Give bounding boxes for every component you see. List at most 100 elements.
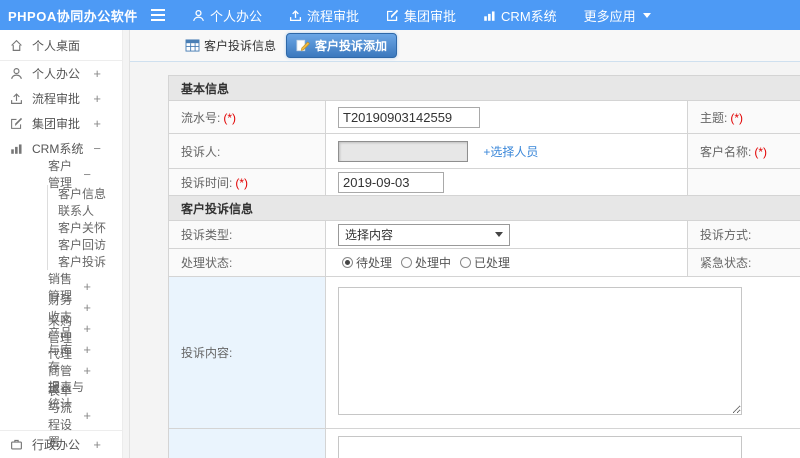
section-header-basic-info: 基本信息: [167, 75, 800, 101]
hamburger-menu-icon[interactable]: [150, 8, 168, 22]
complaint-content-textarea[interactable]: [338, 287, 742, 415]
sidebar-item-group-approval[interactable]: 集团审批 +: [0, 111, 129, 136]
expand-icon[interactable]: +: [83, 408, 91, 423]
expand-icon[interactable]: +: [93, 66, 101, 81]
field-label: 投诉类型:: [181, 228, 233, 242]
sidebar-item-label: 个人办公: [32, 67, 81, 81]
field-label: 投诉时间:: [181, 175, 233, 190]
sidebar-item-label: 客户信息: [58, 187, 107, 201]
collapse-icon[interactable]: −: [93, 141, 101, 156]
handle-status-radio-group: 待处理 处理中 已处理: [338, 254, 687, 271]
expand-icon[interactable]: +: [83, 342, 91, 357]
edit-icon: [10, 117, 24, 130]
serial-number-field-cell: [325, 100, 688, 134]
handle-status-label-cell: 处理状态:: [168, 248, 326, 277]
tab-bar: 客户投诉信息 客户投诉添加: [130, 30, 800, 62]
expand-icon[interactable]: +: [83, 279, 91, 294]
sidebar: 个人桌面 个人办公 + 流程审批 + 集团审批 + CRM系统 − 客户管理 −…: [0, 30, 130, 458]
complaint-type-select[interactable]: 选择内容: [338, 223, 510, 246]
sidebar-item-label: 个人桌面: [32, 38, 81, 53]
complaint-content-field-cell: [324, 276, 800, 429]
sidebar-item-label: 集团审批: [32, 117, 81, 131]
expand-icon[interactable]: +: [93, 116, 101, 131]
handle-status-field-cell: 待处理 处理中 已处理: [325, 248, 688, 277]
expand-icon[interactable]: +: [83, 321, 91, 336]
sidebar-item-workflow-approval[interactable]: 流程审批 +: [0, 86, 129, 111]
select-person-link[interactable]: +选择人员: [483, 145, 538, 159]
secondary-textarea[interactable]: [338, 436, 742, 458]
empty-label-cell: [687, 168, 800, 196]
edit-icon: [386, 9, 399, 22]
sidebar-item-form-workflow-settings[interactable]: 表单与流程设置 +: [0, 384, 129, 449]
tab-complaint-add[interactable]: 客户投诉添加: [286, 33, 398, 58]
page-edit-icon: [296, 39, 310, 52]
top-navbar: PHPOA协同办公软件 个人办公 流程审批 集团审批 CRM系统 更多应用: [0, 0, 800, 30]
expand-icon[interactable]: +: [93, 91, 101, 106]
caret-down-icon: [642, 12, 651, 18]
sidebar-item-label: 流程审批: [32, 92, 81, 106]
field-label: 投诉内容:: [181, 346, 233, 360]
complaint-content-label-cell: 投诉内容:: [168, 276, 326, 429]
radio-option-processing[interactable]: 处理中: [401, 254, 451, 271]
user-icon: [192, 9, 205, 22]
next-field-cell: [324, 428, 800, 458]
sidebar-item-personal-desktop[interactable]: 个人桌面: [0, 30, 129, 61]
tab-complaint-info[interactable]: 客户投诉信息: [185, 37, 276, 54]
nav-item-label: 个人办公: [210, 8, 263, 24]
nav-item-more-apps[interactable]: 更多应用: [584, 6, 651, 25]
nav-item-workflow-approval[interactable]: 流程审批: [289, 6, 359, 25]
nav-menu: 个人办公 流程审批 集团审批 CRM系统 更多应用: [192, 6, 651, 25]
sidebar-item-customer-info[interactable]: 客户信息: [48, 185, 129, 202]
complaint-time-input[interactable]: [338, 171, 444, 193]
sidebar-item-personal-office[interactable]: 个人办公 +: [0, 61, 129, 86]
nav-item-crm-system[interactable]: CRM系统: [483, 6, 557, 25]
sidebar-item-label: 联系人: [58, 204, 95, 218]
sidebar-item-customer-care[interactable]: 客户关怀: [48, 219, 129, 236]
home-icon: [10, 39, 24, 52]
field-label: 主题:: [700, 110, 728, 125]
collapse-icon[interactable]: −: [83, 167, 91, 182]
complainant-input[interactable]: [338, 140, 468, 162]
required-mark: (*): [730, 110, 744, 125]
field-label: 投诉人:: [181, 144, 221, 159]
radio-selected-icon[interactable]: [342, 257, 353, 268]
field-label: 投诉方式:: [700, 228, 752, 242]
radio-label: 已处理: [474, 256, 511, 270]
briefcase-icon: [10, 438, 24, 451]
field-label: 客户名称:: [700, 144, 752, 159]
expand-icon[interactable]: +: [83, 300, 91, 315]
sidebar-item-customer-visit[interactable]: 客户回访: [48, 236, 129, 253]
complaint-type-label-cell: 投诉类型:: [168, 220, 326, 249]
required-mark: (*): [235, 175, 249, 190]
field-label: 处理状态:: [181, 256, 233, 270]
expand-icon[interactable]: +: [93, 437, 101, 452]
serial-number-label-cell: 流水号: (*): [168, 100, 326, 134]
field-label: 流水号:: [181, 110, 221, 125]
complaint-method-label-cell: 投诉方式:: [687, 220, 800, 249]
radio-unselected-icon[interactable]: [460, 257, 472, 268]
complaint-form: 基本信息 流水号:(*) 主题:(*): [167, 75, 800, 458]
field-label: 紧急状态:: [700, 256, 752, 270]
required-mark: (*): [223, 110, 237, 125]
nav-item-personal-office[interactable]: 个人办公: [192, 6, 262, 25]
expand-icon[interactable]: +: [83, 363, 91, 378]
sidebar-item-label: 客户回访: [58, 238, 107, 252]
radio-option-pending[interactable]: 待处理: [342, 254, 392, 271]
complaint-time-field-cell: [325, 168, 688, 196]
bar-chart-icon: [483, 9, 496, 22]
radio-option-processed[interactable]: 已处理: [460, 254, 510, 271]
nav-item-group-approval[interactable]: 集团审批: [386, 6, 456, 25]
customer-name-label-cell: 客户名称: (*): [687, 133, 800, 169]
complainant-label-cell: 投诉人:: [168, 133, 326, 169]
bar-chart-icon: [10, 142, 24, 155]
radio-label: 处理中: [415, 256, 452, 270]
sidebar-item-label: 客户关怀: [58, 221, 107, 235]
sidebar-item-customer-complaint[interactable]: 客户投诉: [48, 253, 129, 270]
section-header-complaint-info: 客户投诉信息: [167, 195, 800, 221]
radio-unselected-icon[interactable]: [401, 257, 413, 268]
sidebar-item-contacts[interactable]: 联系人: [48, 202, 129, 219]
serial-number-input[interactable]: [338, 106, 480, 128]
sidebar-item-customer-management[interactable]: 客户管理 −: [0, 159, 129, 190]
content-area: 基本信息 流水号:(*) 主题:(*): [130, 62, 800, 458]
tab-label: 客户投诉添加: [315, 39, 388, 53]
